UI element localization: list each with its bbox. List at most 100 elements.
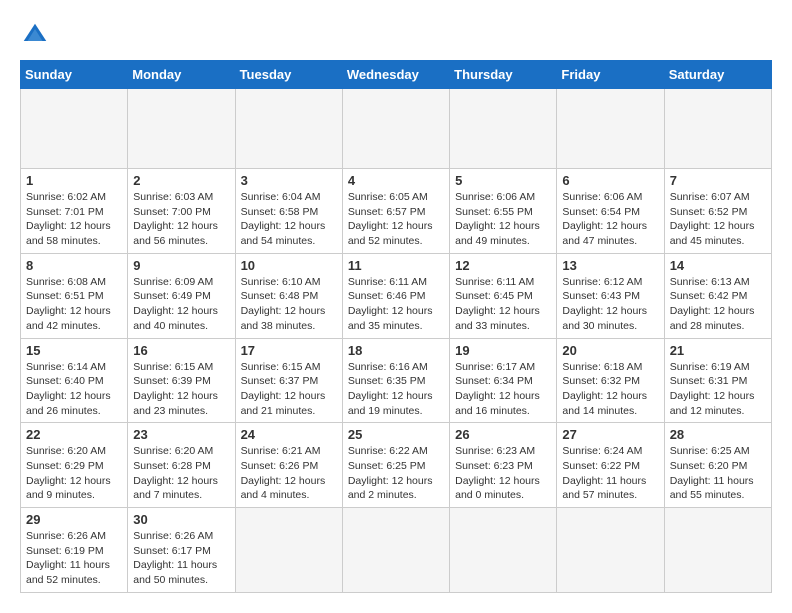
sunset-label: Sunset: 6:58 PM	[241, 206, 319, 218]
calendar-cell: 23 Sunrise: 6:20 AM Sunset: 6:28 PM Dayl…	[128, 423, 235, 508]
daylight-label: Daylight: 12 hours and 49 minutes.	[455, 220, 540, 247]
cell-content: Sunrise: 6:26 AM Sunset: 6:19 PM Dayligh…	[26, 529, 122, 588]
sunrise-label: Sunrise: 6:04 AM	[241, 191, 321, 203]
calendar-cell: 6 Sunrise: 6:06 AM Sunset: 6:54 PM Dayli…	[557, 169, 664, 254]
daylight-label: Daylight: 12 hours and 21 minutes.	[241, 390, 326, 417]
calendar-cell: 3 Sunrise: 6:04 AM Sunset: 6:58 PM Dayli…	[235, 169, 342, 254]
sunrise-label: Sunrise: 6:07 AM	[670, 191, 750, 203]
daylight-label: Daylight: 12 hours and 30 minutes.	[562, 305, 647, 332]
sunset-label: Sunset: 6:23 PM	[455, 460, 533, 472]
calendar-cell: 9 Sunrise: 6:09 AM Sunset: 6:49 PM Dayli…	[128, 253, 235, 338]
daylight-label: Daylight: 12 hours and 47 minutes.	[562, 220, 647, 247]
day-number: 4	[348, 173, 444, 188]
cell-content: Sunrise: 6:06 AM Sunset: 6:55 PM Dayligh…	[455, 190, 551, 249]
calendar-cell: 27 Sunrise: 6:24 AM Sunset: 6:22 PM Dayl…	[557, 423, 664, 508]
calendar-cell: 16 Sunrise: 6:15 AM Sunset: 6:39 PM Dayl…	[128, 338, 235, 423]
sunrise-label: Sunrise: 6:06 AM	[455, 191, 535, 203]
calendar-cell: 28 Sunrise: 6:25 AM Sunset: 6:20 PM Dayl…	[664, 423, 771, 508]
sunset-label: Sunset: 6:55 PM	[455, 206, 533, 218]
calendar-cell: 7 Sunrise: 6:07 AM Sunset: 6:52 PM Dayli…	[664, 169, 771, 254]
calendar-header-row: SundayMondayTuesdayWednesdayThursdayFrid…	[21, 61, 772, 89]
cell-content: Sunrise: 6:09 AM Sunset: 6:49 PM Dayligh…	[133, 275, 229, 334]
daylight-label: Daylight: 12 hours and 56 minutes.	[133, 220, 218, 247]
daylight-label: Daylight: 12 hours and 42 minutes.	[26, 305, 111, 332]
day-number: 8	[26, 258, 122, 273]
sunset-label: Sunset: 6:57 PM	[348, 206, 426, 218]
cell-content: Sunrise: 6:12 AM Sunset: 6:43 PM Dayligh…	[562, 275, 658, 334]
cell-content: Sunrise: 6:17 AM Sunset: 6:34 PM Dayligh…	[455, 360, 551, 419]
daylight-label: Daylight: 12 hours and 0 minutes.	[455, 475, 540, 502]
day-number: 7	[670, 173, 766, 188]
day-number: 21	[670, 343, 766, 358]
sunset-label: Sunset: 6:46 PM	[348, 290, 426, 302]
daylight-label: Daylight: 12 hours and 40 minutes.	[133, 305, 218, 332]
sunset-label: Sunset: 6:17 PM	[133, 545, 211, 557]
column-header-saturday: Saturday	[664, 61, 771, 89]
calendar-cell: 1 Sunrise: 6:02 AM Sunset: 7:01 PM Dayli…	[21, 169, 128, 254]
sunset-label: Sunset: 6:25 PM	[348, 460, 426, 472]
daylight-label: Daylight: 12 hours and 52 minutes.	[348, 220, 433, 247]
calendar-cell: 8 Sunrise: 6:08 AM Sunset: 6:51 PM Dayli…	[21, 253, 128, 338]
column-header-sunday: Sunday	[21, 61, 128, 89]
cell-content: Sunrise: 6:06 AM Sunset: 6:54 PM Dayligh…	[562, 190, 658, 249]
cell-content: Sunrise: 6:11 AM Sunset: 6:45 PM Dayligh…	[455, 275, 551, 334]
daylight-label: Daylight: 12 hours and 9 minutes.	[26, 475, 111, 502]
day-number: 18	[348, 343, 444, 358]
cell-content: Sunrise: 6:20 AM Sunset: 6:29 PM Dayligh…	[26, 444, 122, 503]
calendar-cell	[235, 89, 342, 169]
day-number: 19	[455, 343, 551, 358]
sunrise-label: Sunrise: 6:25 AM	[670, 445, 750, 457]
sunset-label: Sunset: 6:52 PM	[670, 206, 748, 218]
cell-content: Sunrise: 6:04 AM Sunset: 6:58 PM Dayligh…	[241, 190, 337, 249]
day-number: 14	[670, 258, 766, 273]
day-number: 15	[26, 343, 122, 358]
sunset-label: Sunset: 6:42 PM	[670, 290, 748, 302]
daylight-label: Daylight: 12 hours and 45 minutes.	[670, 220, 755, 247]
column-header-thursday: Thursday	[450, 61, 557, 89]
sunset-label: Sunset: 6:19 PM	[26, 545, 104, 557]
calendar-cell	[450, 89, 557, 169]
cell-content: Sunrise: 6:08 AM Sunset: 6:51 PM Dayligh…	[26, 275, 122, 334]
calendar-cell: 20 Sunrise: 6:18 AM Sunset: 6:32 PM Dayl…	[557, 338, 664, 423]
calendar-week-row: 8 Sunrise: 6:08 AM Sunset: 6:51 PM Dayli…	[21, 253, 772, 338]
daylight-label: Daylight: 12 hours and 58 minutes.	[26, 220, 111, 247]
cell-content: Sunrise: 6:13 AM Sunset: 6:42 PM Dayligh…	[670, 275, 766, 334]
sunrise-label: Sunrise: 6:10 AM	[241, 276, 321, 288]
day-number: 5	[455, 173, 551, 188]
calendar-cell: 29 Sunrise: 6:26 AM Sunset: 6:19 PM Dayl…	[21, 508, 128, 593]
page-header	[20, 20, 772, 50]
calendar-table: SundayMondayTuesdayWednesdayThursdayFrid…	[20, 60, 772, 593]
sunset-label: Sunset: 6:34 PM	[455, 375, 533, 387]
cell-content: Sunrise: 6:25 AM Sunset: 6:20 PM Dayligh…	[670, 444, 766, 503]
sunrise-label: Sunrise: 6:14 AM	[26, 361, 106, 373]
calendar-week-row: 29 Sunrise: 6:26 AM Sunset: 6:19 PM Dayl…	[21, 508, 772, 593]
calendar-cell: 4 Sunrise: 6:05 AM Sunset: 6:57 PM Dayli…	[342, 169, 449, 254]
sunrise-label: Sunrise: 6:26 AM	[133, 530, 213, 542]
daylight-label: Daylight: 12 hours and 26 minutes.	[26, 390, 111, 417]
calendar-cell	[664, 508, 771, 593]
day-number: 24	[241, 427, 337, 442]
daylight-label: Daylight: 12 hours and 7 minutes.	[133, 475, 218, 502]
day-number: 29	[26, 512, 122, 527]
day-number: 23	[133, 427, 229, 442]
column-header-tuesday: Tuesday	[235, 61, 342, 89]
calendar-cell: 17 Sunrise: 6:15 AM Sunset: 6:37 PM Dayl…	[235, 338, 342, 423]
calendar-cell	[235, 508, 342, 593]
cell-content: Sunrise: 6:22 AM Sunset: 6:25 PM Dayligh…	[348, 444, 444, 503]
day-number: 27	[562, 427, 658, 442]
calendar-cell: 12 Sunrise: 6:11 AM Sunset: 6:45 PM Dayl…	[450, 253, 557, 338]
sunrise-label: Sunrise: 6:23 AM	[455, 445, 535, 457]
cell-content: Sunrise: 6:05 AM Sunset: 6:57 PM Dayligh…	[348, 190, 444, 249]
calendar-cell: 14 Sunrise: 6:13 AM Sunset: 6:42 PM Dayl…	[664, 253, 771, 338]
daylight-label: Daylight: 12 hours and 19 minutes.	[348, 390, 433, 417]
sunrise-label: Sunrise: 6:09 AM	[133, 276, 213, 288]
daylight-label: Daylight: 12 hours and 2 minutes.	[348, 475, 433, 502]
calendar-week-row: 22 Sunrise: 6:20 AM Sunset: 6:29 PM Dayl…	[21, 423, 772, 508]
sunset-label: Sunset: 6:22 PM	[562, 460, 640, 472]
sunset-label: Sunset: 6:48 PM	[241, 290, 319, 302]
calendar-cell	[342, 508, 449, 593]
sunrise-label: Sunrise: 6:22 AM	[348, 445, 428, 457]
cell-content: Sunrise: 6:14 AM Sunset: 6:40 PM Dayligh…	[26, 360, 122, 419]
cell-content: Sunrise: 6:18 AM Sunset: 6:32 PM Dayligh…	[562, 360, 658, 419]
day-number: 3	[241, 173, 337, 188]
